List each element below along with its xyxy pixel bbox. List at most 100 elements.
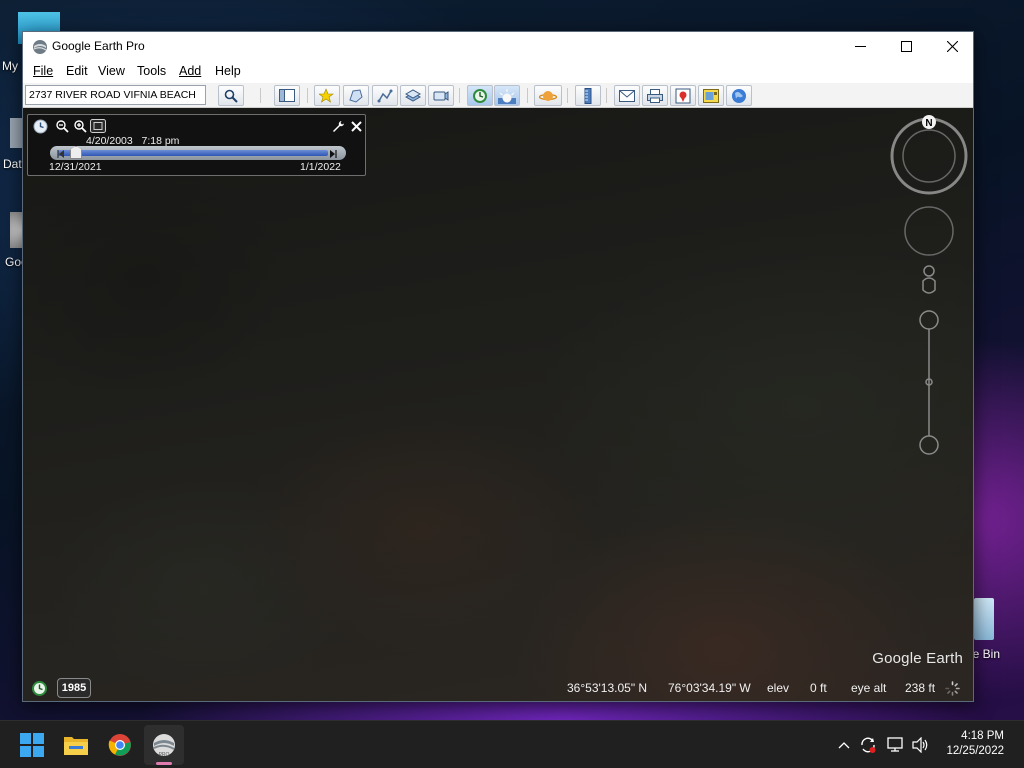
earth-view-button[interactable]	[726, 85, 752, 106]
toolbar-separator	[459, 88, 460, 103]
eye-altitude-label: eye alt	[851, 681, 887, 695]
menu-tools[interactable]: Tools	[137, 64, 166, 78]
close-button[interactable]	[929, 32, 975, 61]
volume-icon	[912, 737, 928, 753]
slider-step-back-icon[interactable]	[56, 149, 66, 159]
sync-status-button[interactable]	[858, 735, 878, 755]
zoom-in-time-icon[interactable]	[72, 118, 88, 134]
slider-settings-wrench-icon[interactable]	[330, 118, 346, 134]
google-maps-icon	[675, 88, 691, 103]
menu-edit[interactable]: Edit	[66, 64, 88, 78]
minimize-button[interactable]	[837, 32, 883, 61]
street-view-pegman-icon[interactable]	[922, 265, 936, 294]
taskbar-file-explorer[interactable]	[56, 725, 96, 765]
close-icon	[946, 41, 958, 52]
slider-end-date: 1/1/2022	[300, 161, 341, 173]
chrome-icon	[108, 734, 131, 756]
toolbar-separator	[307, 88, 308, 103]
search-button[interactable]	[218, 85, 244, 106]
placemark-pin-icon	[319, 87, 334, 103]
status-bar: 1985 36°53'13.05" N 76°03'34.19" W elev …	[23, 675, 973, 701]
elevation-label: elev	[767, 681, 790, 695]
desktop-icon-data[interactable]	[10, 118, 22, 148]
sidebar-toggle-button[interactable]	[274, 85, 300, 106]
maximize-icon	[900, 41, 912, 52]
historical-imagery-status-icon[interactable]	[31, 680, 48, 697]
start-button[interactable]	[12, 725, 52, 765]
historical-imagery-button[interactable]	[467, 85, 493, 106]
historical-imagery-clock-icon[interactable]	[32, 118, 48, 134]
ruler-button[interactable]	[575, 85, 601, 106]
search-icon	[224, 89, 238, 103]
record-tour-button[interactable]	[428, 85, 454, 106]
desktop-icon-google-earth[interactable]	[10, 212, 22, 248]
menu-view[interactable]: View	[98, 64, 125, 78]
north-indicator[interactable]: N	[922, 115, 936, 129]
navigation-controls: N	[889, 114, 969, 474]
taskbar: PRO 4:18 PM 12/25/2022	[0, 720, 1024, 768]
sunlight-icon	[498, 88, 516, 104]
latitude-readout: 36°53'13.05" N	[567, 681, 648, 695]
print-button[interactable]	[642, 85, 668, 106]
window-title: Google Earth Pro	[52, 39, 145, 53]
volume-button[interactable]	[911, 735, 931, 755]
imagery-year-badge[interactable]: 1985	[57, 678, 91, 698]
add-polygon-button[interactable]	[343, 85, 369, 106]
longitude-readout: 76°03'34.19" W	[668, 681, 751, 695]
desktop-icon-label: My	[2, 59, 18, 73]
slider-start-date: 12/31/2021	[49, 161, 102, 173]
toolbar-separator	[260, 88, 261, 103]
close-slider-icon[interactable]	[348, 118, 364, 134]
loading-spinner-icon	[945, 681, 960, 696]
add-placemark-button[interactable]	[314, 85, 340, 106]
play-animation-icon[interactable]	[90, 118, 106, 134]
record-tour-icon	[433, 90, 449, 101]
minimize-icon	[854, 46, 866, 47]
sunlight-button[interactable]	[494, 85, 520, 106]
google-earth-window: Google Earth Pro File Edit View Tools Ad…	[22, 31, 974, 702]
email-button[interactable]	[614, 85, 640, 106]
planet-icon	[539, 90, 557, 101]
system-clock[interactable]: 4:18 PM 12/25/2022	[946, 729, 1004, 759]
save-image-button[interactable]	[698, 85, 724, 106]
add-path-button[interactable]	[372, 85, 398, 106]
historical-imagery-slider-panel: 4/20/2003 7:18 pm 12/31/2021 1/1/2022	[27, 114, 366, 176]
view-in-google-maps-button[interactable]	[670, 85, 696, 106]
taskbar-google-earth-pro[interactable]: PRO	[144, 725, 184, 765]
toolbar: 2737 RIVER ROAD VIFNIA BEACH	[23, 83, 973, 108]
map-viewport[interactable]: 4/20/2003 7:18 pm 12/31/2021 1/1/2022 N	[23, 108, 973, 701]
sync-icon	[861, 737, 876, 753]
menu-add[interactable]: Add	[179, 64, 201, 78]
move-joystick[interactable]	[904, 206, 954, 256]
add-image-overlay-button[interactable]	[400, 85, 426, 106]
google-earth-icon: PRO	[153, 734, 175, 758]
north-label: N	[925, 118, 932, 129]
chevron-up-icon	[838, 742, 850, 749]
toolbar-separator	[567, 88, 568, 103]
historical-imagery-clock-icon	[473, 88, 487, 103]
toolbar-separator	[527, 88, 528, 103]
taskbar-chrome[interactable]	[100, 725, 140, 765]
search-input[interactable]: 2737 RIVER ROAD VIFNIA BEACH	[25, 85, 206, 105]
google-earth-watermark: Google Earth	[872, 650, 963, 667]
recycle-bin-icon[interactable]	[974, 598, 994, 640]
show-hidden-icons-button[interactable]	[834, 735, 854, 755]
globe-icon	[732, 88, 746, 103]
title-bar[interactable]: Google Earth Pro	[23, 32, 973, 61]
ruler-icon	[584, 87, 592, 104]
toolbar-separator	[606, 88, 607, 103]
clock-date: 12/25/2022	[946, 745, 1004, 757]
active-app-indicator	[156, 762, 172, 765]
network-button[interactable]	[886, 735, 906, 755]
svg-text:PRO: PRO	[159, 752, 170, 758]
menu-bar: File Edit View Tools Add Help	[23, 61, 973, 83]
menu-file[interactable]: File	[33, 64, 53, 78]
maximize-button[interactable]	[883, 32, 929, 61]
slider-step-forward-icon[interactable]	[328, 149, 338, 159]
switch-planet-button[interactable]	[534, 85, 562, 106]
compass-look-ring[interactable]	[890, 117, 968, 195]
zoom-slider[interactable]	[919, 310, 939, 455]
zoom-out-time-icon[interactable]	[54, 118, 70, 134]
menu-help[interactable]: Help	[215, 64, 241, 78]
clock-time: 4:18 PM	[961, 730, 1004, 742]
